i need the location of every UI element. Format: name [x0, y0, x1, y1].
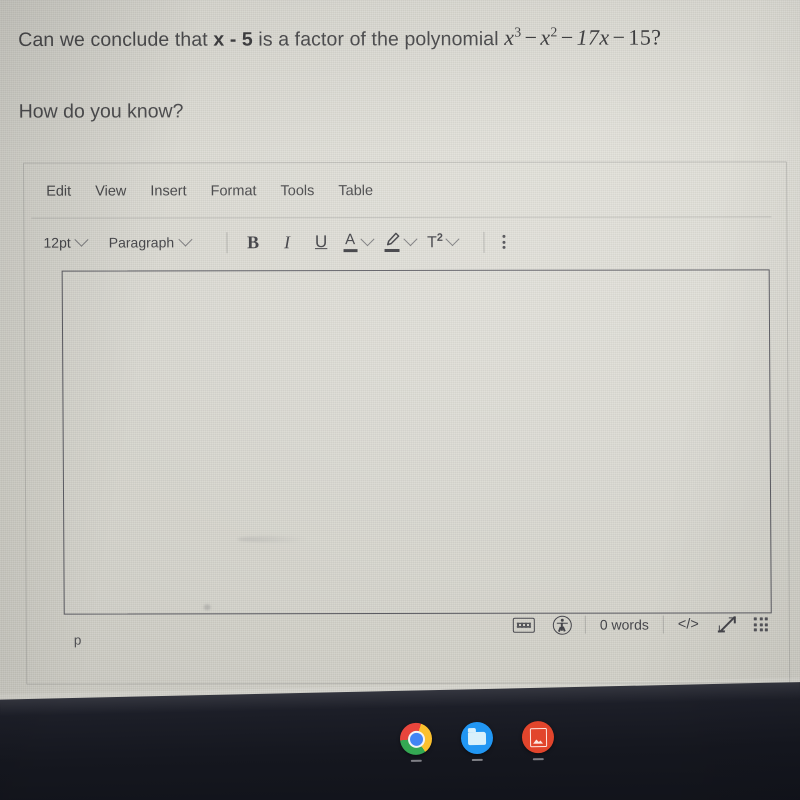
text-color-swatch: [343, 249, 358, 253]
poly-term-3: 17x: [576, 24, 610, 51]
underline-button[interactable]: U: [309, 229, 333, 255]
accessibility-icon: [552, 615, 572, 635]
browser-page: Can we conclude that x - 5 is a factor o…: [0, 0, 800, 721]
text-color-icon: A: [343, 231, 358, 253]
more-options-button[interactable]: [502, 234, 507, 249]
grip-dot: [753, 617, 757, 621]
photographed-screen: Can we conclude that x - 5 is a factor o…: [0, 0, 800, 800]
element-path-indicator[interactable]: p: [74, 633, 82, 648]
poly-term-4: 15: [628, 24, 652, 50]
arrow-head: [733, 616, 736, 624]
app-running-indicator: [532, 757, 544, 761]
files-folder-icon: [467, 731, 487, 745]
editor-menubar: Edit View Insert Format Tools Table: [46, 183, 373, 200]
kebab-dot: [502, 240, 506, 244]
poly-term-1: x: [504, 25, 515, 51]
sub-question-text: How do you know?: [18, 100, 184, 123]
grip-dot: [764, 628, 768, 632]
menu-item-table[interactable]: Table: [338, 183, 373, 199]
menu-item-edit[interactable]: Edit: [46, 184, 71, 200]
grip-dot: [759, 628, 763, 632]
menu-item-view[interactable]: View: [95, 183, 126, 199]
question-part-2: is a factor of the polynomial: [258, 28, 499, 51]
keyboard-icon: [512, 617, 535, 633]
accessibility-leg-right: [562, 626, 566, 632]
highlighter-pen-icon: [384, 232, 400, 253]
taskbar-app-chrome[interactable]: [399, 722, 433, 762]
poly-op-1: −: [524, 25, 538, 51]
app-running-indicator: [410, 759, 422, 762]
grip-dot: [759, 622, 763, 626]
kebab-dot: [502, 245, 507, 249]
superscript-exponent: 2: [436, 231, 443, 244]
taskbar-app-files[interactable]: [460, 721, 494, 762]
bold-button[interactable]: B: [241, 229, 265, 255]
rich-text-editing-area[interactable]: [61, 269, 772, 615]
chevron-down-icon[interactable]: [445, 231, 461, 247]
keyboard-shortcuts-button[interactable]: [512, 617, 535, 633]
grip-dot: [753, 628, 757, 632]
grip-dot: [764, 622, 768, 626]
resize-handle[interactable]: [753, 617, 768, 632]
question-emphasis-binomial: x - 5: [213, 28, 253, 51]
menu-item-insert[interactable]: Insert: [150, 183, 186, 199]
chevron-down-icon: [178, 232, 193, 247]
poly-op-3: −: [612, 24, 626, 50]
block-format-dropdown[interactable]: Paragraph: [108, 232, 193, 251]
superscript-control[interactable]: T2: [427, 231, 461, 252]
polynomial-expression: x3− x2−17x −15?: [504, 25, 661, 50]
superscript-icon: T2: [427, 232, 443, 252]
accessibility-check-button[interactable]: [552, 615, 572, 635]
grip-dot: [759, 617, 763, 621]
menu-item-format[interactable]: Format: [211, 183, 257, 199]
taskbar-app-icons: [399, 720, 555, 762]
statusbar-separator: [662, 615, 664, 634]
gallery-image-icon: [529, 727, 547, 747]
arrow-head: [718, 625, 721, 633]
menu-item-tools[interactable]: Tools: [280, 183, 314, 199]
chevron-down-icon[interactable]: [403, 232, 418, 247]
italic-button[interactable]: I: [275, 229, 299, 255]
question-part-1: Can we conclude that: [18, 28, 208, 51]
grip-dot: [753, 622, 757, 626]
font-size-value: 12pt: [43, 234, 71, 251]
taskbar-app-gallery[interactable]: [521, 720, 555, 761]
app-running-indicator: [471, 758, 483, 762]
editor-statusbar: 0 words </>: [504, 611, 777, 637]
highlight-color-control[interactable]: [384, 232, 418, 253]
keyboard-keys: [516, 622, 531, 628]
highlight-color-swatch: [384, 248, 400, 253]
poly-term-2: x: [540, 25, 551, 51]
chevron-down-icon[interactable]: [360, 232, 375, 247]
resize-grip-icon: [753, 617, 768, 632]
chrome-icon: [407, 730, 425, 748]
text-color-control[interactable]: A: [343, 231, 375, 253]
chevron-down-icon: [74, 232, 89, 247]
screen-smudge: [203, 604, 211, 611]
editor-toolbar: 12pt Paragraph B I U A T2: [43, 228, 507, 257]
fullscreen-button[interactable]: [717, 615, 736, 633]
poly-op-2: −: [560, 25, 574, 51]
poly-question-mark: ?: [651, 24, 662, 50]
expand-arrows-icon: [717, 615, 736, 633]
block-format-value: Paragraph: [108, 234, 175, 251]
font-size-dropdown[interactable]: 12pt: [43, 232, 89, 251]
kebab-dot: [502, 234, 506, 238]
statusbar-separator: [584, 615, 586, 634]
toolbar-separator: [483, 231, 486, 253]
text-color-letter: A: [345, 231, 356, 249]
grip-dot: [764, 617, 768, 621]
source-code-button[interactable]: </>: [678, 616, 699, 632]
gallery-mountain-glyph: [533, 738, 543, 744]
poly-exp-2: 2: [550, 24, 558, 40]
word-count-label[interactable]: 0 words: [600, 617, 649, 633]
question-text: Can we conclude that x - 5 is a factor o…: [18, 19, 786, 53]
toolbar-separator: [226, 231, 228, 253]
